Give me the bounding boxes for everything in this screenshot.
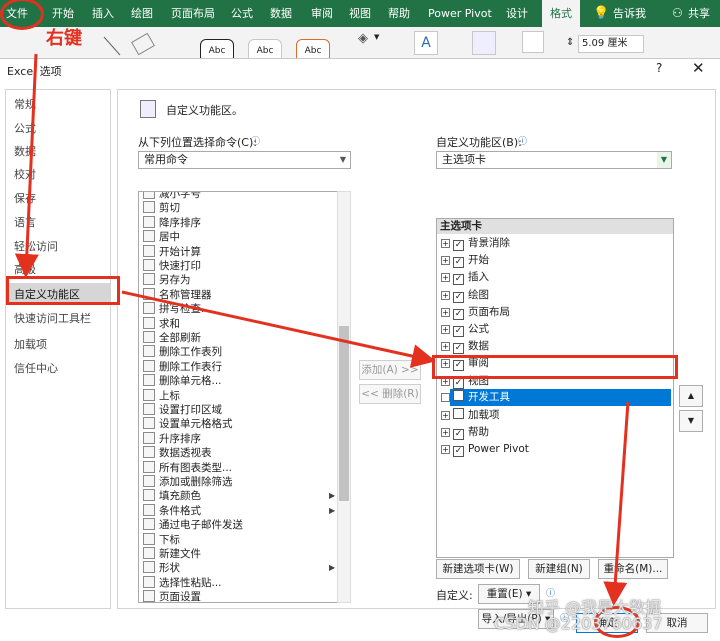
arrow-to-customize-ribbon bbox=[14, 53, 39, 278]
arrow-to-developer-tools bbox=[121, 290, 436, 368]
annotation-arrows bbox=[14, 53, 630, 606]
watermark-csdn: CSDN @2203760637 bbox=[494, 614, 663, 633]
arrow-to-ok-button bbox=[603, 401, 630, 606]
